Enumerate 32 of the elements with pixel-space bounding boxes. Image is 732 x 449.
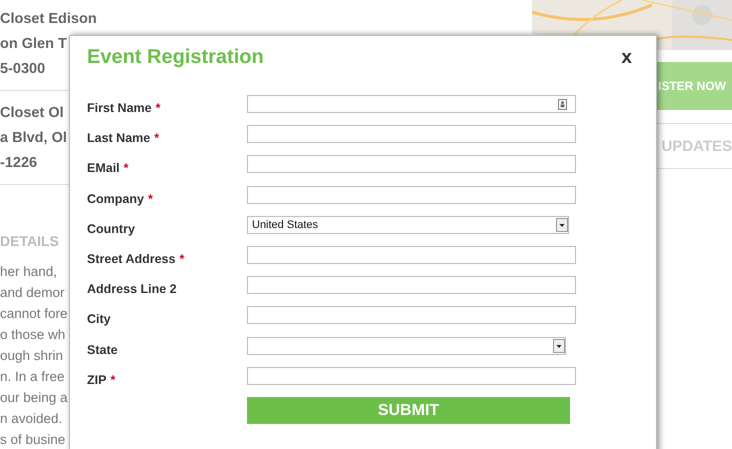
paragraph-text: s of busine bbox=[0, 431, 66, 449]
register-button[interactable]: ISTER NOW bbox=[657, 62, 732, 110]
modal-title: Event Registration bbox=[87, 46, 264, 69]
select-field[interactable]: United States bbox=[247, 216, 569, 234]
submit-button[interactable]: SUBMIT bbox=[247, 397, 570, 424]
address-text: on Glen T bbox=[0, 35, 67, 54]
paragraph-text: cannot fore bbox=[0, 305, 68, 323]
address-text: a Blvd, Ol bbox=[0, 129, 67, 148]
field-label: EMail * bbox=[87, 161, 130, 176]
address-text: Closet Ol bbox=[0, 104, 64, 123]
field-label: Address Line 2 bbox=[87, 282, 178, 296]
paragraph-text: ough shrin bbox=[0, 347, 64, 365]
address-text: -1226 bbox=[0, 154, 38, 173]
paragraph-text: n avoided. bbox=[0, 410, 62, 428]
field-label: Street Address * bbox=[87, 252, 186, 266]
paragraph-text: her hand, bbox=[0, 263, 58, 281]
paragraph-text: n. In a free bbox=[0, 368, 65, 386]
field-label: First Name * bbox=[87, 101, 162, 116]
close-button[interactable]: x bbox=[621, 48, 640, 67]
paragraph-text: o those wh bbox=[0, 326, 66, 344]
paragraph-text: and demor bbox=[0, 284, 65, 302]
field-label: State bbox=[87, 342, 119, 357]
field-label: Country bbox=[87, 222, 136, 236]
select-value: United States bbox=[252, 218, 318, 231]
field-label: City bbox=[87, 312, 112, 326]
field-label: ZIP * bbox=[87, 372, 116, 387]
section-heading: DETAILS bbox=[0, 233, 59, 249]
paragraph-text: our being a bbox=[0, 389, 68, 407]
field-label: Company * bbox=[87, 192, 154, 206]
address-text: 5-0300 bbox=[0, 60, 46, 79]
field-label: Last Name * bbox=[87, 131, 160, 146]
address-text: Closet Edison bbox=[0, 10, 97, 29]
